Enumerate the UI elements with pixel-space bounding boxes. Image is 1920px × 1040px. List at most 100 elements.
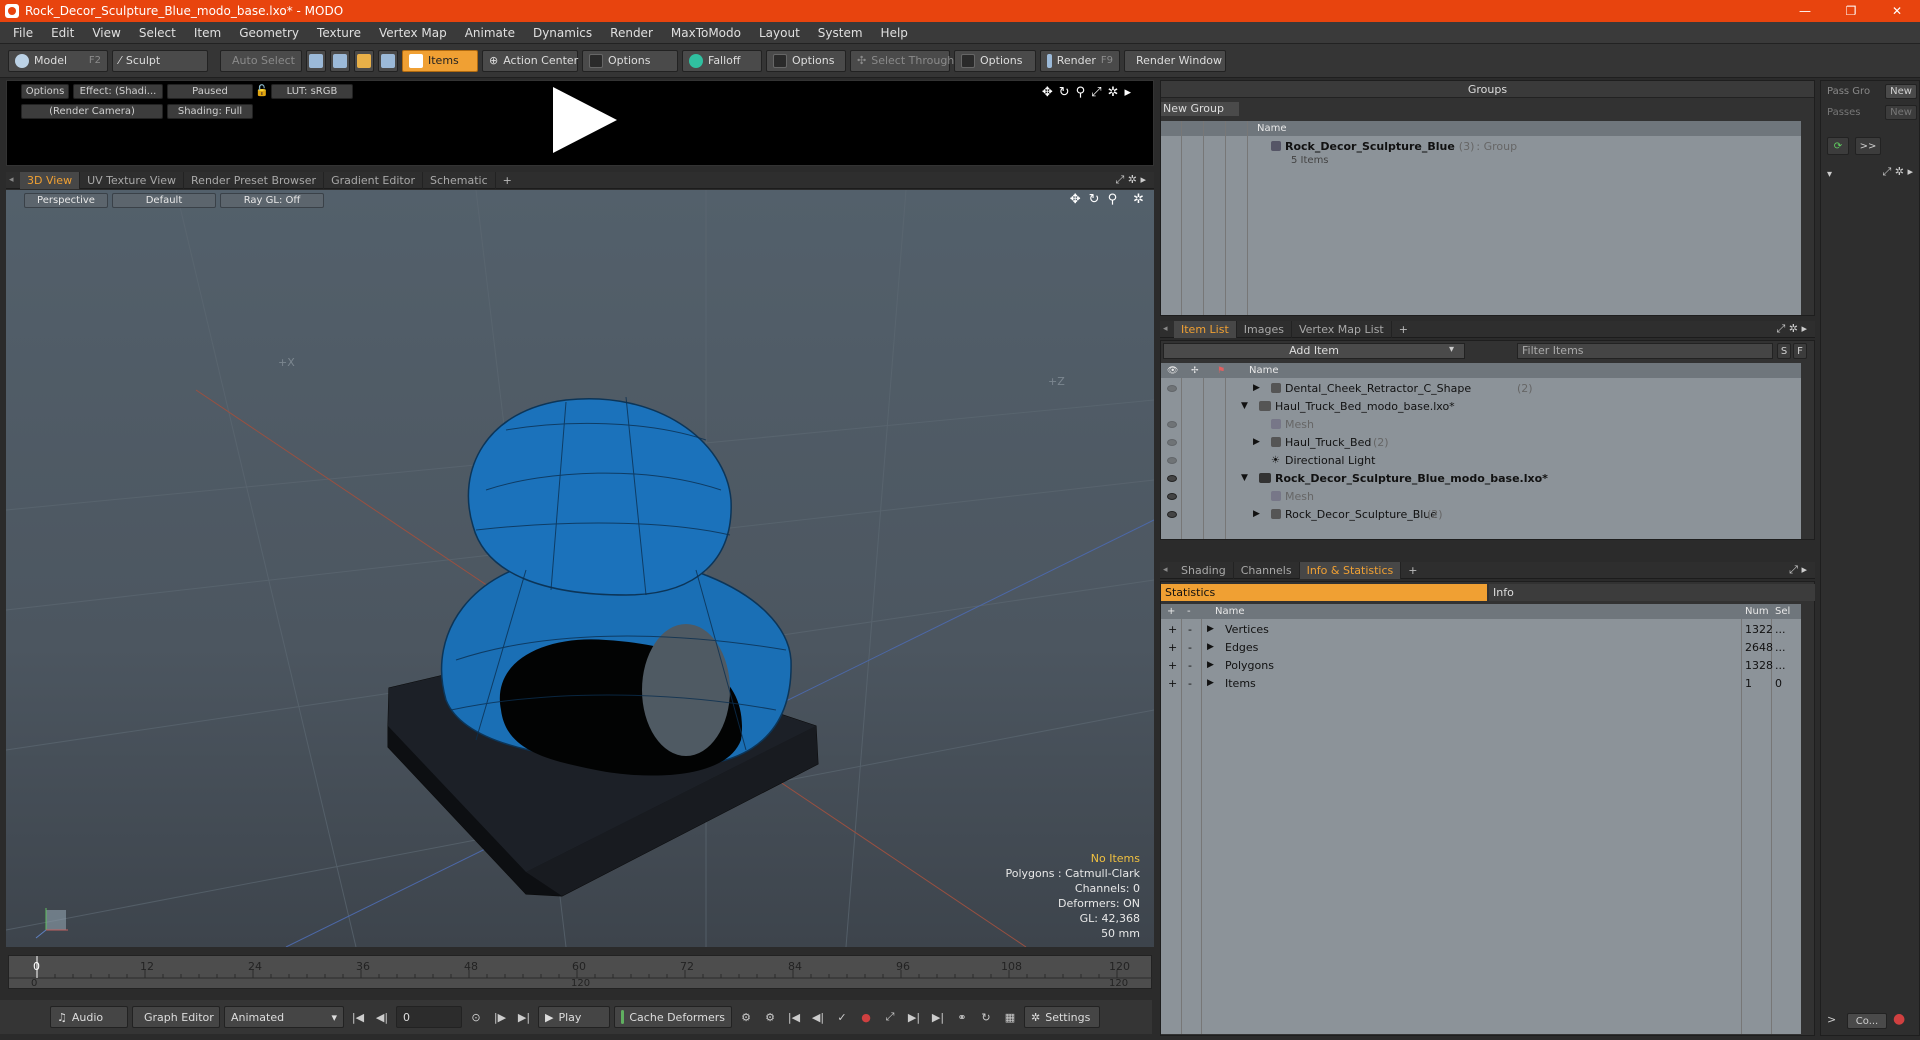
expand-arrow-icon[interactable]: > — [1827, 1013, 1836, 1026]
menu-geometry[interactable]: Geometry — [230, 26, 308, 40]
list-item[interactable]: ▼ Haul_Truck_Bed_modo_base.lxo* — [1161, 397, 1801, 415]
go-start-icon[interactable]: |◀ — [348, 1006, 368, 1028]
vertices-mode-button[interactable] — [306, 49, 326, 72]
collapse-arrow-icon[interactable]: ▼ — [1241, 473, 1248, 483]
more-button[interactable]: >> — [1855, 137, 1881, 155]
timeline[interactable]: 0 12 24 36 48 60 72 84 96 108 120 0 120 … — [8, 955, 1153, 989]
expand-plus-icon[interactable]: + — [1168, 677, 1177, 690]
rotate-icon[interactable]: ↻ — [1059, 85, 1070, 100]
tab-schematic[interactable]: Schematic — [423, 171, 496, 189]
filter-f-button[interactable]: F — [1793, 343, 1807, 359]
tab-item-list[interactable]: Item List — [1174, 320, 1237, 338]
menu-animate[interactable]: Animate — [456, 26, 524, 40]
info-tab[interactable]: Info — [1489, 584, 1815, 601]
list-item[interactable]: ▶ Haul_Truck_Bed (2) — [1161, 433, 1801, 451]
eye-icon[interactable] — [1167, 492, 1177, 500]
go-end-icon[interactable]: ▶| — [514, 1006, 534, 1028]
collapse-minus-icon[interactable]: - — [1188, 659, 1192, 672]
audio-button[interactable]: ♫ Audio — [50, 1006, 128, 1028]
items-mode-button[interactable]: Items — [402, 49, 478, 72]
expand-plus-icon[interactable]: + — [1168, 659, 1177, 672]
cache-deformers-button[interactable]: Cache Deformers — [614, 1006, 732, 1028]
loop-icon[interactable]: ↻ — [976, 1006, 996, 1028]
prev-frame-icon[interactable]: ◀| — [372, 1006, 392, 1028]
eye-icon[interactable] — [1167, 384, 1177, 392]
pan-icon[interactable]: ✥ — [1070, 192, 1081, 207]
collapse-minus-icon[interactable]: - — [1188, 641, 1192, 654]
eye-icon[interactable] — [1167, 456, 1177, 464]
zoom-icon[interactable]: ⚲ — [1108, 192, 1118, 207]
filter-s-button[interactable]: S — [1777, 343, 1791, 359]
panel-menu-icon[interactable]: ◂ — [6, 175, 20, 185]
link-icon[interactable]: ⚭ — [952, 1006, 972, 1028]
tab-channels[interactable]: Channels — [1234, 561, 1300, 579]
lock-icon[interactable]: 🔓 — [255, 84, 269, 97]
zoom-icon[interactable]: ⚲ — [1076, 85, 1086, 100]
graph-editor-button[interactable]: Graph Editor — [132, 1006, 220, 1028]
tab-uv-texture-view[interactable]: UV Texture View — [80, 171, 185, 189]
menu-layout[interactable]: Layout — [750, 26, 809, 40]
tab-vertex-map-list[interactable]: Vertex Map List — [1292, 320, 1392, 338]
key-next-icon[interactable]: ▶| — [904, 1006, 924, 1028]
expand-arrow-icon[interactable]: ▸ — [1124, 85, 1131, 100]
close-button[interactable]: ✕ — [1874, 0, 1920, 22]
new-group-button[interactable]: New Group — [1161, 102, 1239, 116]
collapse-arrow-icon[interactable]: ▼ — [1241, 401, 1248, 411]
eye-icon[interactable] — [1167, 420, 1177, 428]
passes-menu-icon[interactable]: ▾ — [1827, 169, 1832, 180]
edges-mode-button[interactable] — [330, 49, 350, 72]
pan-icon[interactable]: ✥ — [1042, 85, 1053, 100]
3d-viewport[interactable]: +X +Z Perspective Default Ray GL: Off ✥ … — [6, 190, 1154, 947]
expand-arrow-icon[interactable]: ▶ — [1253, 383, 1260, 393]
eye-icon[interactable] — [1167, 474, 1177, 482]
rotate-icon[interactable]: ↻ — [1089, 192, 1100, 207]
preview-paused-button[interactable]: Paused — [167, 84, 253, 99]
co-button[interactable]: Co... — [1847, 1013, 1887, 1029]
menu-edit[interactable]: Edit — [42, 26, 83, 40]
expand-arrow-icon[interactable]: ▶ — [1207, 660, 1214, 670]
select-through-button[interactable]: ✣ Select Through — [850, 49, 954, 72]
new-pass-button[interactable]: New — [1885, 105, 1917, 120]
menu-view[interactable]: View — [83, 26, 129, 40]
list-item[interactable]: ▶ Rock_Decor_Sculpture_Blue (2) — [1161, 505, 1801, 523]
render-camera-dropdown[interactable]: (Render Camera) — [21, 104, 163, 119]
list-item[interactable]: Mesh — [1161, 415, 1801, 433]
table-row[interactable]: + - ▶ Items 1 0 — [1161, 674, 1801, 692]
gear-icon[interactable]: ✲ — [1108, 85, 1119, 100]
collapse-minus-icon[interactable]: - — [1188, 623, 1192, 636]
viewport-tab-icons[interactable]: ⤢ ✲ ▸ — [1115, 173, 1146, 187]
record-icon[interactable]: ● — [856, 1006, 876, 1028]
set-key-icon[interactable]: ✓ — [832, 1006, 852, 1028]
eye-icon[interactable] — [1167, 438, 1177, 446]
table-row[interactable]: + - ▶ Polygons 1328 ... — [1161, 656, 1801, 674]
frame-stepper-icon[interactable]: ⊙ — [466, 1006, 486, 1028]
expand-arrow-icon[interactable]: ▶ — [1253, 509, 1260, 519]
preview-options-button[interactable]: Options — [21, 84, 69, 99]
preview-effect-dropdown[interactable]: Effect: (Shadi... — [73, 84, 163, 99]
menu-render[interactable]: Render — [601, 26, 662, 40]
expand-arrow-icon[interactable]: ▶ — [1253, 437, 1260, 447]
add-tab-button[interactable]: + — [1392, 321, 1415, 338]
menu-dynamics[interactable]: Dynamics — [524, 26, 601, 40]
fit-icon[interactable]: ⤢ — [1091, 85, 1101, 100]
shading-dropdown[interactable]: Shading: Full — [167, 104, 253, 119]
collapse-minus-icon[interactable]: - — [1188, 677, 1192, 690]
record-icon[interactable]: ● — [1893, 1011, 1905, 1027]
info-panel-icons[interactable]: ⤢ ▸ — [1789, 563, 1807, 577]
tab-images[interactable]: Images — [1237, 320, 1292, 338]
menu-vertex-map[interactable]: Vertex Map — [370, 26, 456, 40]
refresh-icon[interactable]: ⟳ — [1827, 137, 1849, 155]
filter-items-input[interactable]: Filter Items — [1517, 343, 1773, 359]
perspective-dropdown[interactable]: Perspective — [24, 193, 108, 208]
next-key-icon[interactable]: ◀| — [808, 1006, 828, 1028]
menu-item[interactable]: Item — [185, 26, 230, 40]
menu-help[interactable]: Help — [872, 26, 917, 40]
key-icon[interactable]: ⚙ — [736, 1006, 756, 1028]
expand-arrow-icon[interactable]: ▶ — [1207, 642, 1214, 652]
tab-gradient-editor[interactable]: Gradient Editor — [324, 171, 423, 189]
action-center-button[interactable]: ⊕ Action Center — [482, 49, 578, 72]
auto-select-button[interactable]: Auto Select — [220, 49, 302, 72]
list-item[interactable]: ▼ Rock_Decor_Sculpture_Blue_modo_base.lx… — [1161, 469, 1801, 487]
list-item[interactable]: ☀ Directional Light — [1161, 451, 1801, 469]
expand-plus-icon[interactable]: + — [1168, 623, 1177, 636]
